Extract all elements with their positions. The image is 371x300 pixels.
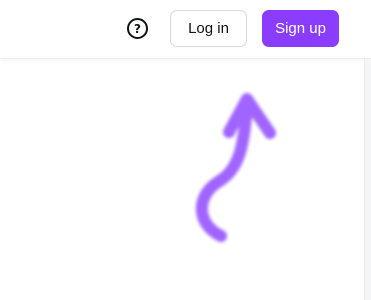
- page: ? Log in Sign up: [0, 0, 371, 300]
- hand-drawn-arrow-icon: [195, 93, 276, 242]
